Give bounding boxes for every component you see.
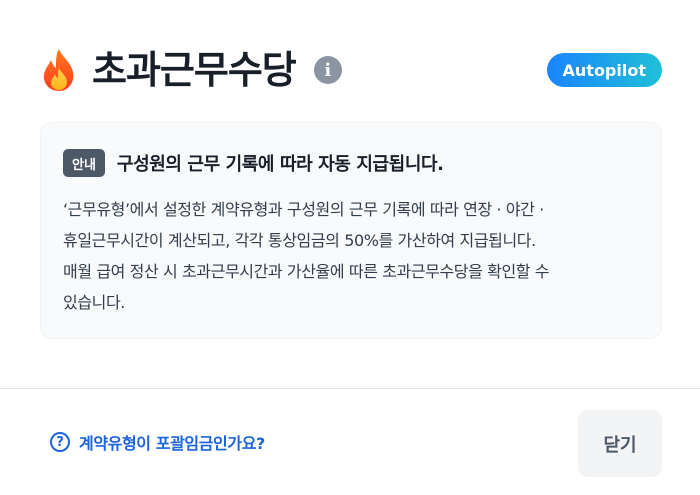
- close-button[interactable]: 닫기: [578, 410, 662, 477]
- fire-icon: [43, 49, 74, 91]
- notice-line: 휴일근무시간이 계산되고, 각각 통상임금의 50%를 가산하여 지급됩니다.: [63, 231, 536, 250]
- info-icon[interactable]: i: [313, 56, 342, 84]
- notice-line: 있습니다.: [63, 293, 125, 312]
- notice-card: 안내 구성원의 근무 기록에 따라 자동 지급됩니다. ‘근무유형’에서 설정한…: [40, 122, 662, 339]
- question-circle-icon: ?: [50, 432, 70, 452]
- footer-divider: [0, 388, 700, 389]
- notice-header: 안내 구성원의 근무 기록에 따라 자동 지급됩니다.: [63, 147, 639, 179]
- dialog-header: 초과근무수당 i Autopilot: [40, 42, 662, 98]
- notice-body: ‘근무유형’에서 설정한 계약유형과 구성원의 근무 기록에 따라 연장 · 야…: [63, 194, 639, 318]
- notice-line: ‘근무유형’에서 설정한 계약유형과 구성원의 근무 기록에 따라 연장 · 야…: [63, 200, 544, 219]
- autopilot-badge: Autopilot: [546, 53, 662, 87]
- notice-title: 구성원의 근무 기록에 따라 자동 지급됩니다.: [116, 154, 444, 175]
- dialog-title: 초과근무수당: [92, 48, 297, 92]
- contract-type-help-link[interactable]: ? 계약유형이 포괄임금인가요?: [50, 430, 265, 454]
- notice-tag: 안내: [63, 149, 105, 177]
- help-link-label: 계약유형이 포괄임금인가요?: [79, 434, 265, 453]
- notice-line: 매월 급여 정산 시 초과근무시간과 가산율에 따른 초과근무수당을 확인할 수: [63, 262, 550, 281]
